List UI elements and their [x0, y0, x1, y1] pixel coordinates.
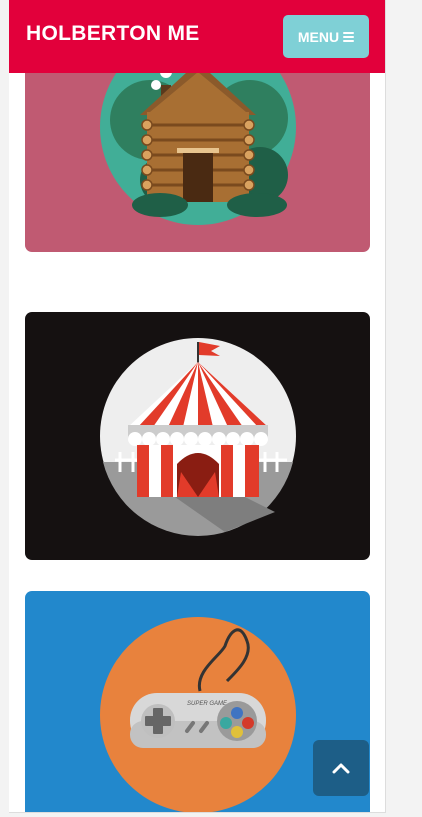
portfolio-card-circus-tent[interactable] — [25, 312, 370, 560]
controller-label: SUPER GAME — [187, 701, 228, 707]
hamburger-icon — [343, 32, 355, 42]
back-to-top-button[interactable] — [313, 740, 369, 796]
menu-button-label: MENU — [297, 28, 340, 45]
site-header: HOLBERTON ME MENU — [9, 0, 385, 73]
brand-logo[interactable]: HOLBERTON ME — [26, 22, 200, 46]
page-container: SUPER GAME — [9, 0, 386, 813]
menu-button[interactable]: MENU — [283, 15, 369, 58]
chevron-up-icon — [332, 763, 350, 774]
circus-tent-illustration — [25, 312, 370, 560]
